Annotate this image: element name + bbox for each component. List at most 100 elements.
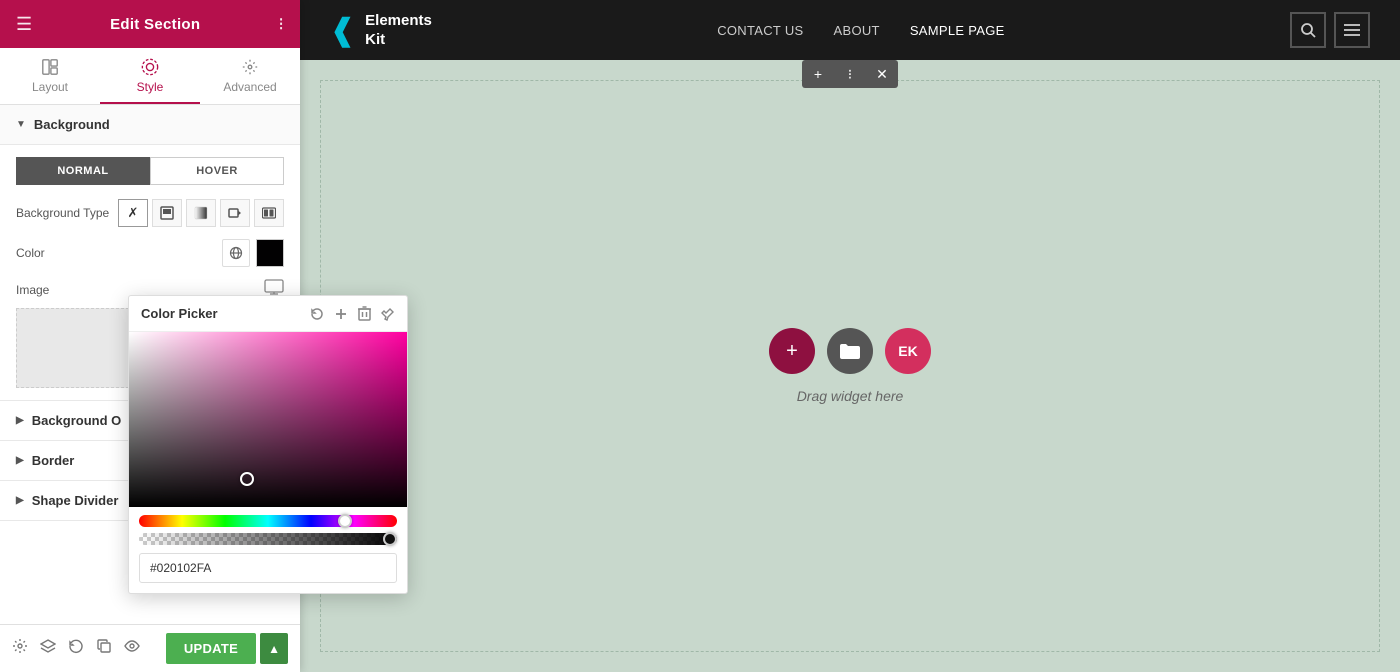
menu-icon bbox=[1344, 23, 1360, 37]
color-picker-popup: Color Picker bbox=[128, 295, 408, 594]
bg-type-slideshow-btn[interactable] bbox=[254, 199, 284, 227]
menu-nav-btn[interactable] bbox=[1334, 12, 1370, 48]
cp-alpha-slider[interactable] bbox=[139, 533, 397, 545]
bg-type-classic-btn[interactable] bbox=[152, 199, 182, 227]
bg-type-video-btn[interactable] bbox=[220, 199, 250, 227]
background-section-header[interactable]: ▼ Background bbox=[0, 105, 300, 145]
cp-eyedropper-btn[interactable] bbox=[381, 307, 395, 321]
cp-alpha-gradient bbox=[139, 533, 397, 545]
advanced-icon bbox=[241, 58, 259, 76]
color-label: Color bbox=[16, 246, 222, 260]
cp-gradient-area[interactable] bbox=[129, 332, 407, 507]
color-swatch[interactable] bbox=[256, 239, 284, 267]
footer-icons bbox=[12, 638, 140, 659]
update-btn-group: UPDATE ▲ bbox=[166, 633, 288, 664]
footer-settings-icon[interactable] bbox=[12, 638, 28, 659]
update-arrow-button[interactable]: ▲ bbox=[260, 633, 288, 664]
classic-icon bbox=[160, 206, 174, 220]
state-tabs: NORMAL HOVER bbox=[16, 157, 284, 185]
nav-sample-page[interactable]: SAMPLE PAGE bbox=[910, 23, 1005, 38]
footer-visibility-icon[interactable] bbox=[124, 638, 140, 659]
color-field bbox=[222, 239, 284, 267]
background-overlay-title: Background O bbox=[32, 413, 122, 428]
eyedropper-icon bbox=[381, 307, 395, 321]
section-add-btn[interactable]: + bbox=[802, 60, 834, 88]
shape-divider-chevron: ▶ bbox=[16, 495, 24, 506]
site-navbar: ❰ Elements Kit CONTACT US ABOUT SAMPLE P… bbox=[300, 0, 1400, 60]
background-section-title: Background bbox=[34, 117, 110, 132]
layers-icon bbox=[40, 638, 56, 654]
panel-tabs: Layout Style Advanced bbox=[0, 48, 300, 105]
background-type-row: Background Type ✗ bbox=[16, 199, 284, 227]
state-tab-hover[interactable]: HOVER bbox=[150, 157, 284, 185]
drag-text: Drag widget here bbox=[797, 388, 904, 404]
hex-input-field[interactable] bbox=[139, 553, 397, 583]
cp-reset-btn[interactable] bbox=[310, 307, 324, 321]
left-panel: ☰ Edit Section ⁝ Layout Style bbox=[0, 0, 300, 672]
history-icon bbox=[68, 638, 84, 654]
color-globe-btn[interactable] bbox=[222, 239, 250, 267]
border-title: Border bbox=[32, 453, 75, 468]
hamburger-icon[interactable]: ☰ bbox=[16, 14, 32, 35]
cp-actions bbox=[310, 306, 395, 321]
logo-line2: Kit bbox=[365, 30, 432, 50]
state-tab-normal[interactable]: NORMAL bbox=[16, 157, 150, 185]
site-logo: ❰ Elements Kit bbox=[330, 11, 432, 50]
nav-about[interactable]: ABOUT bbox=[834, 23, 880, 38]
footer-layers-icon[interactable] bbox=[40, 638, 56, 659]
background-type-label: Background Type bbox=[16, 206, 118, 220]
tab-layout[interactable]: Layout bbox=[0, 48, 100, 104]
logo-line1: Elements bbox=[365, 11, 432, 31]
update-button[interactable]: UPDATE bbox=[166, 633, 256, 664]
cp-header: Color Picker bbox=[129, 296, 407, 332]
visibility-icon bbox=[124, 638, 140, 654]
cp-title: Color Picker bbox=[141, 306, 218, 321]
reset-icon bbox=[310, 307, 324, 321]
cp-gradient-bg bbox=[129, 332, 407, 507]
gradient-icon bbox=[194, 206, 208, 220]
site-nav-links: CONTACT US ABOUT SAMPLE PAGE bbox=[717, 23, 1004, 38]
advanced-tab-label: Advanced bbox=[223, 80, 276, 94]
cp-hue-slider[interactable] bbox=[139, 515, 397, 527]
layout-tab-label: Layout bbox=[32, 80, 68, 94]
right-panel: ❰ Elements Kit CONTACT US ABOUT SAMPLE P… bbox=[300, 0, 1400, 672]
panel-footer: UPDATE ▲ bbox=[0, 624, 300, 672]
style-tab-label: Style bbox=[137, 80, 164, 94]
site-content: + EK Drag widget here bbox=[300, 60, 1400, 672]
tab-advanced[interactable]: Advanced bbox=[200, 48, 300, 104]
tab-style[interactable]: Style bbox=[100, 48, 200, 104]
color-row: Color bbox=[16, 239, 284, 267]
section-move-btn[interactable]: ⁝ bbox=[834, 60, 866, 88]
background-overlay-chevron: ▶ bbox=[16, 415, 24, 426]
widget-ek-btn[interactable]: EK bbox=[885, 328, 931, 374]
settings-icon bbox=[12, 638, 28, 654]
nav-contact[interactable]: CONTACT US bbox=[717, 23, 803, 38]
grid-icon[interactable]: ⁝ bbox=[278, 14, 284, 35]
site-nav-actions bbox=[1290, 12, 1370, 48]
globe-icon bbox=[229, 246, 243, 260]
search-nav-btn[interactable] bbox=[1290, 12, 1326, 48]
style-icon bbox=[141, 58, 159, 76]
cp-hue-thumb[interactable] bbox=[338, 514, 352, 528]
widget-add-btn[interactable]: + bbox=[769, 328, 815, 374]
trash-icon bbox=[358, 306, 371, 321]
panel-title: Edit Section bbox=[110, 16, 200, 33]
shape-divider-title: Shape Divider bbox=[32, 493, 119, 508]
cp-alpha-thumb[interactable] bbox=[383, 532, 397, 546]
border-chevron: ▶ bbox=[16, 455, 24, 466]
drop-section: + EK Drag widget here bbox=[320, 80, 1380, 652]
layout-icon bbox=[41, 58, 59, 76]
footer-history-icon[interactable] bbox=[68, 638, 84, 659]
panel-header: ☰ Edit Section ⁝ bbox=[0, 0, 300, 48]
widget-folder-btn[interactable] bbox=[827, 328, 873, 374]
cp-add-btn[interactable] bbox=[334, 307, 348, 321]
background-type-controls: ✗ bbox=[118, 199, 284, 227]
widget-actions: + EK bbox=[769, 328, 931, 374]
bg-type-none-btn[interactable]: ✗ bbox=[118, 199, 148, 227]
cp-delete-btn[interactable] bbox=[358, 306, 371, 321]
search-icon bbox=[1300, 22, 1316, 38]
bg-type-gradient-btn[interactable] bbox=[186, 199, 216, 227]
section-close-btn[interactable]: ✕ bbox=[866, 60, 898, 88]
cp-hex-input bbox=[139, 553, 397, 583]
footer-duplicate-icon[interactable] bbox=[96, 638, 112, 659]
